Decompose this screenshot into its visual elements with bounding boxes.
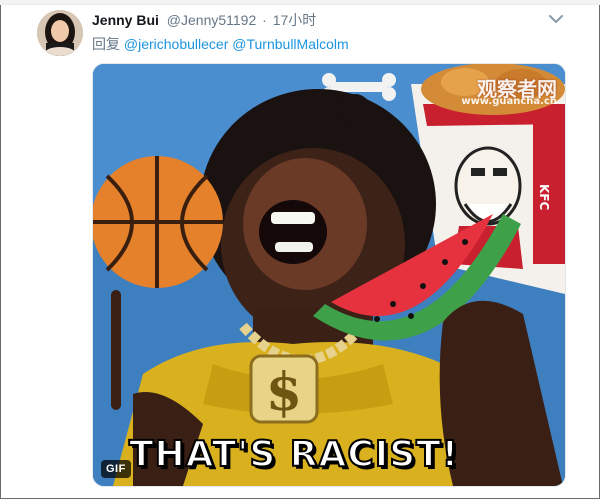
gif-caption: THAT'S RACIST! [128, 433, 460, 476]
tweet-header: Jenny Bui @Jenny51192 · 17小时 [92, 10, 316, 30]
watermark-url: www.guancha.cn [461, 96, 557, 107]
avatar[interactable] [37, 10, 83, 56]
mention-link[interactable]: @TurnbullMalcolm [232, 36, 348, 52]
bucket-text: KFC [537, 184, 551, 210]
author-handle[interactable]: @Jenny51192 [167, 12, 256, 28]
more-menu-button[interactable] [548, 12, 564, 26]
gif-frame-illustration: KFC $ [93, 64, 565, 486]
reply-prefix: 回复 [92, 36, 120, 52]
timestamp[interactable]: 17小时 [273, 12, 317, 28]
reply-context: 回复 @jerichobullecer @TurnbullMalcolm [92, 34, 349, 54]
basketball-icon [93, 156, 223, 288]
separator-dot: · [262, 12, 267, 28]
mention-link[interactable]: @jerichobullecer [124, 36, 228, 52]
svg-text:$: $ [266, 362, 302, 423]
author-name[interactable]: Jenny Bui [92, 12, 159, 28]
gif-badge: GIF [101, 460, 131, 478]
timeline-divider [0, 0, 600, 5]
tweet-media-gif[interactable]: KFC $ 观察者网 www.guancha.cn THAT'S RACIST!… [92, 63, 566, 487]
chevron-down-icon [549, 15, 563, 23]
avatar-photo [37, 10, 83, 56]
